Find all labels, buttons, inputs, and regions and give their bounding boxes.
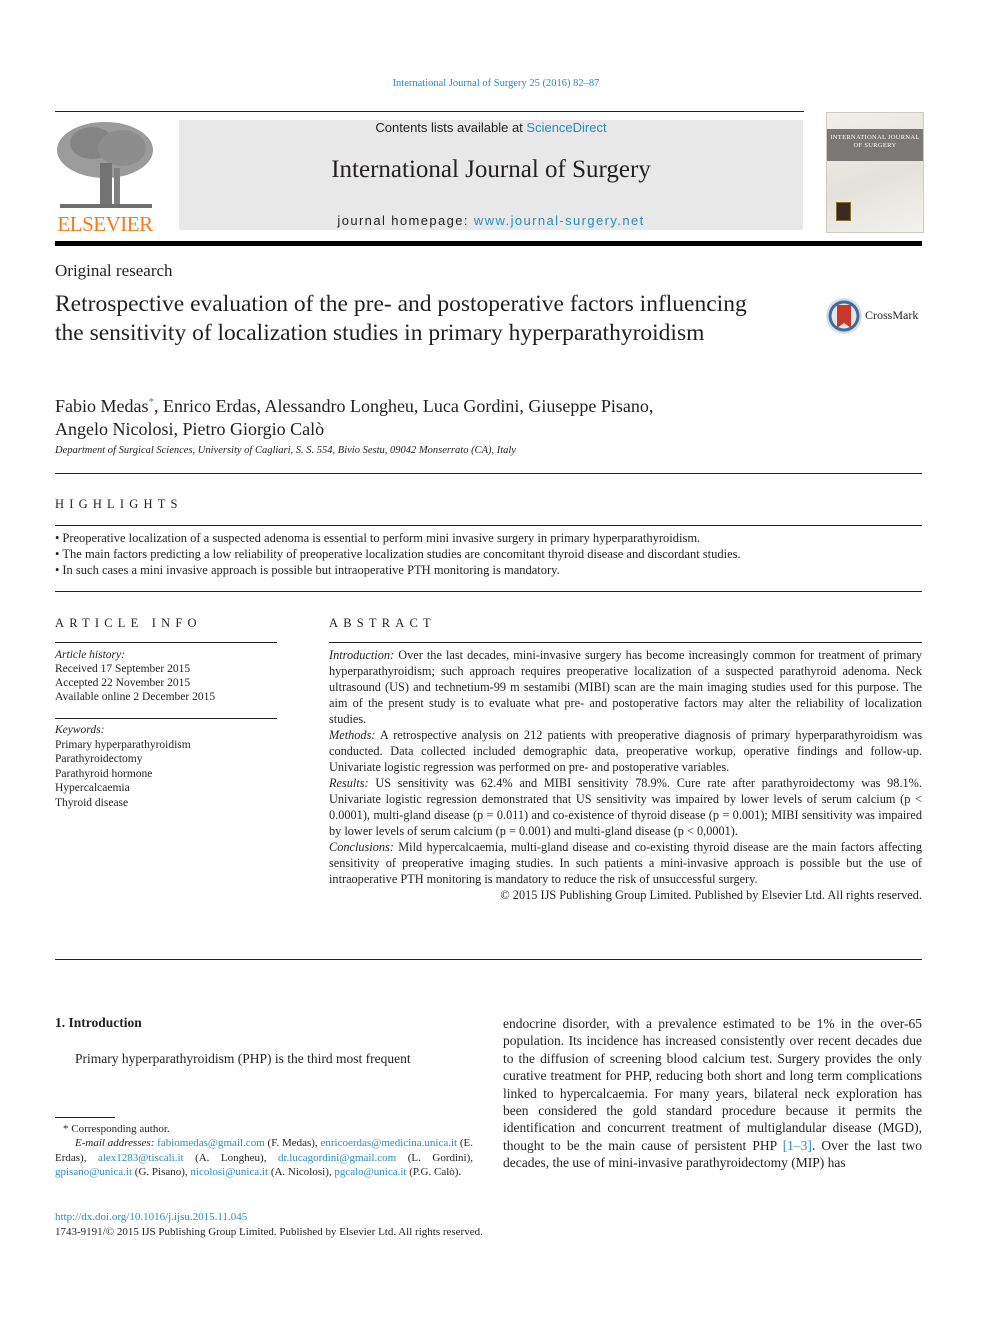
- email-link[interactable]: enricoerdas@medicina.unica.it: [321, 1137, 458, 1149]
- email-label: E-mail addresses:: [75, 1137, 155, 1150]
- highlights-list: Preoperative localization of a suspected…: [55, 530, 922, 578]
- footnote: * Corresponding author. E-mail addresses…: [55, 1122, 473, 1179]
- email-owner: (F. Medas),: [264, 1137, 321, 1150]
- abstract-body: Introduction: Over the last decades, min…: [329, 647, 922, 903]
- email-link[interactable]: gpisano@unica.it: [55, 1166, 132, 1178]
- journal-cover-image[interactable]: INTERNATIONAL JOURNAL OF SURGERY: [826, 112, 924, 233]
- keywords: Keywords: Primary hyperparathyroidism Pa…: [55, 723, 277, 810]
- email-link[interactable]: dr.lucagordini@gmail.com: [278, 1152, 396, 1164]
- email-link[interactable]: nicolosi@unica.it: [190, 1166, 268, 1178]
- email-owner: (A. Longheu),: [183, 1151, 278, 1164]
- divider: [55, 591, 922, 592]
- email-addresses: E-mail addresses: fabiomedas@gmail.com (…: [55, 1136, 473, 1179]
- citation-link[interactable]: International Journal of Surgery 25 (201…: [393, 78, 600, 89]
- email-link[interactable]: fabiomedas@gmail.com: [157, 1137, 265, 1149]
- intro-paragraph-right: endocrine disorder, with a prevalence es…: [503, 1015, 922, 1172]
- section-text: Mild hypercalcaemia, multi-gland disease…: [329, 840, 922, 886]
- crossmark-label[interactable]: CrossMark: [865, 308, 918, 323]
- issn-copyright: 1743-9191/© 2015 IJS Publishing Group Li…: [55, 1226, 483, 1238]
- section-label: Conclusions:: [329, 840, 394, 854]
- homepage-prefix: journal homepage:: [337, 213, 474, 228]
- keyword-item[interactable]: Parathyroidectomy: [55, 752, 277, 767]
- section-heading-introduction: 1. Introduction: [55, 1015, 142, 1030]
- abstract-heading: ABSTRACT: [329, 616, 436, 630]
- authors-line1: , Enrico Erdas, Alessandro Longheu, Luca…: [154, 396, 654, 416]
- history-online: Available online 2 December 2015: [55, 691, 216, 703]
- divider: [55, 473, 922, 474]
- article-type: Original research: [55, 261, 173, 280]
- section-text: A retrospective analysis on 212 patients…: [329, 728, 922, 774]
- contents-line: Contents lists available at ScienceDirec…: [179, 120, 803, 135]
- abstract-introduction: Introduction: Over the last decades, min…: [329, 647, 922, 727]
- keyword-item[interactable]: Thyroid disease: [55, 796, 277, 811]
- email-owner: (G. Pisano),: [132, 1165, 191, 1178]
- section-label: Results:: [329, 776, 369, 790]
- crossmark-icon[interactable]: [825, 297, 863, 335]
- intro-paragraph-left: Primary hyperparathyroidism (PHP) is the…: [75, 1051, 411, 1066]
- homepage-link[interactable]: www.journal-surgery.net: [474, 213, 645, 228]
- abstract-copyright: © 2015 IJS Publishing Group Limited. Pub…: [500, 888, 922, 902]
- header-thick-rule: [55, 241, 922, 246]
- journal-citation[interactable]: International Journal of Surgery 25 (201…: [0, 78, 992, 89]
- footnote-rule: [55, 1117, 115, 1118]
- first-author: Fabio Medas: [55, 396, 149, 416]
- abstract-conclusions: Conclusions: Mild hypercalcaemia, multi-…: [329, 839, 922, 887]
- journal-title: International Journal of Surgery: [331, 156, 651, 183]
- email-owner: (A. Nicolosi),: [268, 1165, 335, 1178]
- doi-link[interactable]: http://dx.doi.org/10.1016/j.ijsu.2015.11…: [55, 1211, 247, 1223]
- paragraph-text: endocrine disorder, with a prevalence es…: [503, 1016, 922, 1153]
- affiliation: Department of Surgical Sciences, Univers…: [55, 445, 516, 456]
- cover-crest-icon: [836, 202, 851, 221]
- keyword-item[interactable]: Primary hyperparathyroidism: [55, 738, 277, 753]
- article-history: Article history: Received 17 September 2…: [55, 648, 277, 704]
- author-list: Fabio Medas*, Enrico Erdas, Alessandro L…: [55, 391, 795, 441]
- elsevier-logo[interactable]: ELSEVIER: [52, 212, 158, 237]
- keyword-item[interactable]: Hypercalcaemia: [55, 781, 277, 796]
- article-title: Retrospective evaluation of the pre- and…: [55, 291, 747, 346]
- cover-title-band: INTERNATIONAL JOURNAL OF SURGERY: [827, 129, 923, 161]
- highlights-heading: HIGHLIGHTS: [55, 497, 183, 511]
- header-rule: [55, 111, 804, 112]
- journal-banner: Contents lists available at ScienceDirec…: [179, 120, 803, 230]
- authors-line2: Angelo Nicolosi, Pietro Giorgio Calò: [55, 419, 325, 439]
- section-label: Introduction:: [329, 648, 395, 662]
- divider: [329, 642, 922, 643]
- highlight-item: The main factors predicting a low reliab…: [55, 546, 922, 562]
- corresponding-author-note: * Corresponding author.: [63, 1123, 170, 1135]
- reference-link[interactable]: [1–3]: [783, 1138, 812, 1153]
- history-label: Article history:: [55, 649, 125, 661]
- cover-title: INTERNATIONAL JOURNAL OF SURGERY: [830, 134, 920, 149]
- section-text: Over the last decades, mini-invasive sur…: [329, 648, 922, 726]
- homepage-line: journal homepage: www.journal-surgery.ne…: [179, 213, 803, 228]
- contents-prefix: Contents lists available at: [375, 120, 527, 135]
- email-link[interactable]: pgcalo@unica.it: [334, 1166, 406, 1178]
- section-text: US sensitivity was 62.4% and MIBI sensit…: [329, 776, 922, 838]
- history-accepted: Accepted 22 November 2015: [55, 677, 191, 689]
- abstract-methods: Methods: A retrospective analysis on 212…: [329, 727, 922, 775]
- highlight-item: In such cases a mini invasive approach i…: [55, 562, 922, 578]
- divider: [55, 718, 277, 719]
- email-owner: (P.G. Calò).: [406, 1165, 462, 1178]
- section-label: Methods:: [329, 728, 376, 742]
- keyword-item[interactable]: Parathyroid hormone: [55, 767, 277, 782]
- keywords-label: Keywords:: [55, 724, 105, 736]
- article-info-heading: ARTICLE INFO: [55, 616, 202, 630]
- divider: [55, 525, 922, 526]
- divider: [55, 959, 922, 960]
- sciencedirect-link[interactable]: ScienceDirect: [526, 120, 606, 135]
- email-link[interactable]: alex1283@tiscali.it: [98, 1152, 184, 1164]
- highlight-item: Preoperative localization of a suspected…: [55, 530, 922, 546]
- history-received: Received 17 September 2015: [55, 663, 191, 675]
- abstract-results: Results: US sensitivity was 62.4% and MI…: [329, 775, 922, 839]
- divider: [55, 642, 277, 643]
- email-owner: (L. Gordini),: [396, 1151, 474, 1164]
